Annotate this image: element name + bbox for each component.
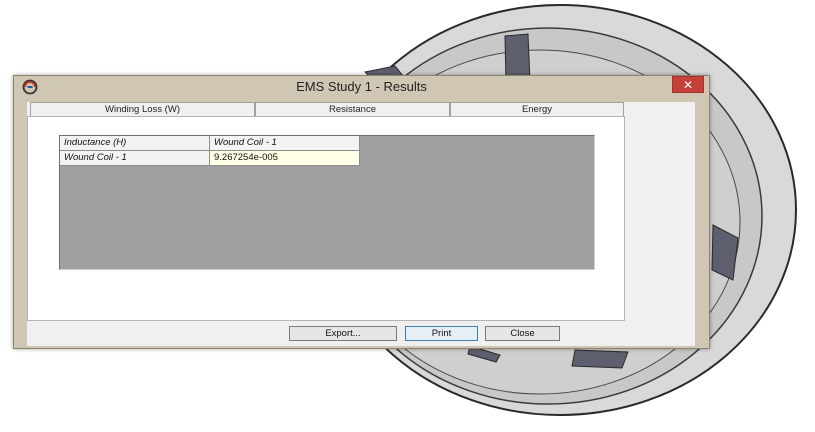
tab-energy[interactable]: Energy bbox=[450, 102, 624, 116]
window-title: EMS Study 1 - Results bbox=[296, 79, 427, 94]
tab-winding-loss[interactable]: Winding Loss (W) bbox=[30, 102, 255, 116]
dialog-body: Winding Loss (W) Resistance Energy Induc… bbox=[27, 102, 695, 346]
results-grid: Inductance (H) Wound Coil - 1 Wound Coil… bbox=[59, 135, 595, 270]
column-header[interactable]: Wound Coil - 1 bbox=[210, 136, 360, 151]
print-button[interactable]: Print bbox=[405, 326, 478, 341]
export-button[interactable]: Export... bbox=[289, 326, 397, 341]
results-dialog: EMS Study 1 - Results ✕ Winding Loss (W)… bbox=[13, 75, 710, 349]
row-header[interactable]: Wound Coil - 1 bbox=[60, 151, 210, 166]
close-button[interactable]: Close bbox=[485, 326, 560, 341]
tab-resistance[interactable]: Resistance bbox=[255, 102, 450, 116]
tab-panel: Inductance (H) Wound Coil - 1 Wound Coil… bbox=[27, 116, 625, 321]
inductance-value-cell[interactable]: 9.267254e-005 bbox=[210, 151, 360, 166]
close-icon[interactable]: ✕ bbox=[672, 76, 704, 93]
grid-corner-header: Inductance (H) bbox=[60, 136, 210, 151]
title-bar[interactable]: EMS Study 1 - Results ✕ bbox=[14, 76, 709, 98]
